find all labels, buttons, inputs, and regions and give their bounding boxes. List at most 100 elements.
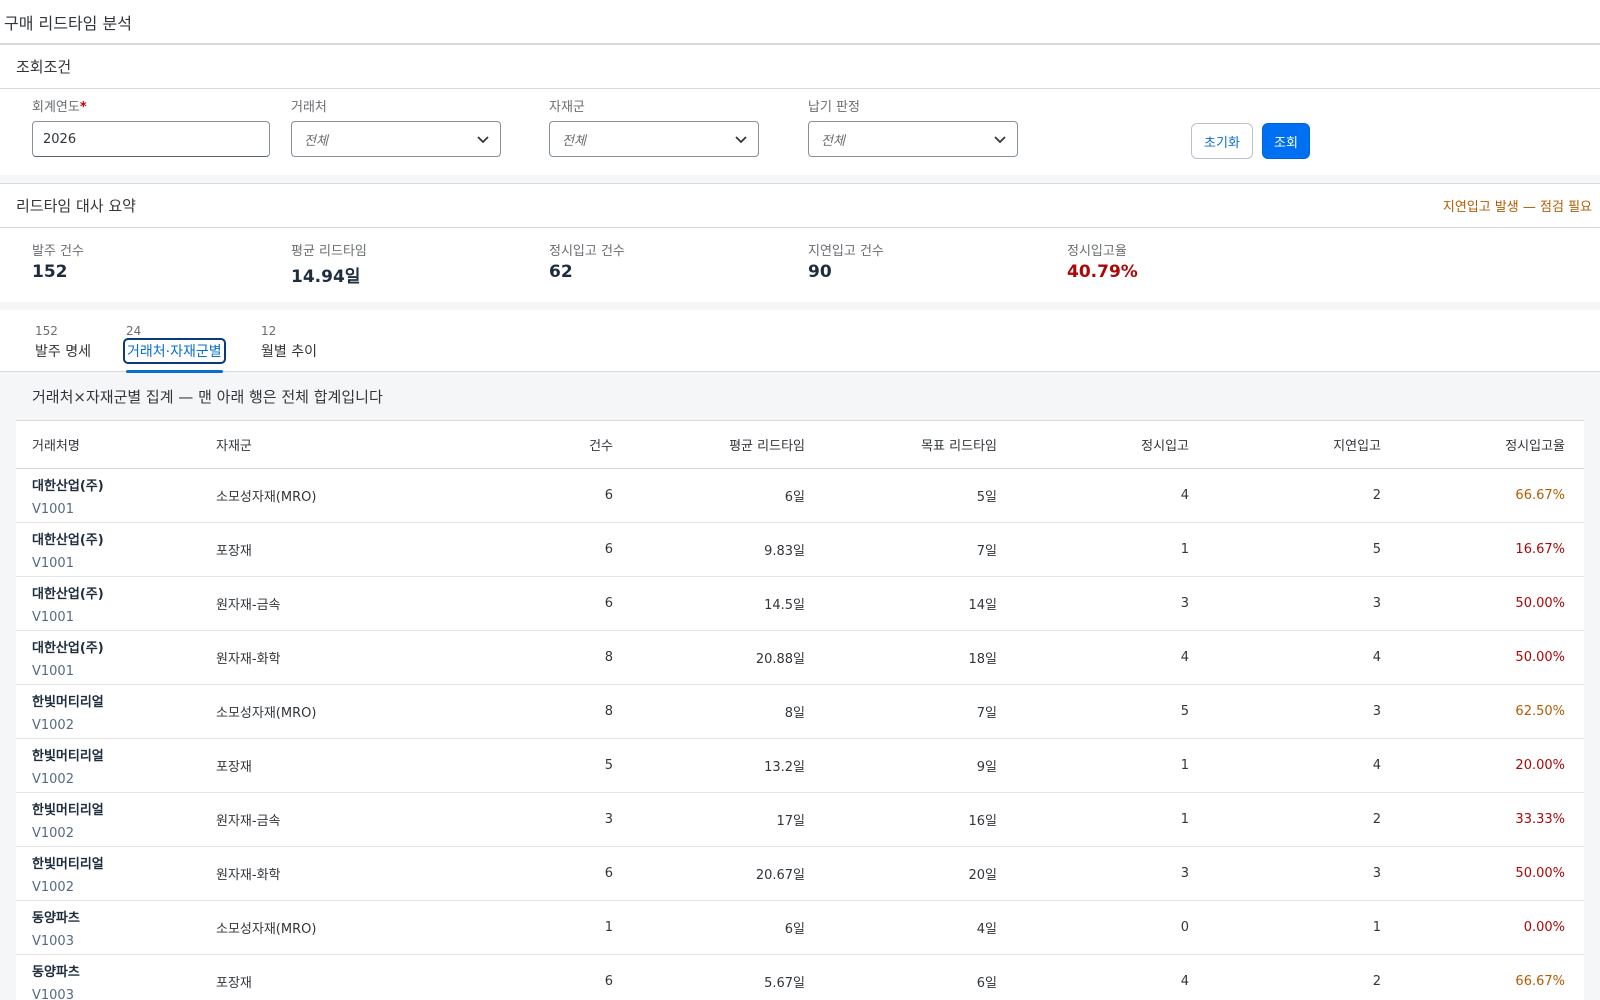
filter-panel-header: 조회조건 xyxy=(0,45,1600,89)
table-row[interactable]: 한빛머티리얼 V1002 포장재 5 13.2일 9일 1 4 20.00% xyxy=(16,739,1584,793)
late-cell: 2 xyxy=(1372,488,1381,503)
count-cell: 6 xyxy=(604,542,613,557)
count-cell: 3 xyxy=(604,812,613,827)
tab-bar: 152 발주 명세 24 거래처·자재군별 12 월별 추이 xyxy=(0,310,1600,373)
vendor-code: V1001 xyxy=(32,555,74,571)
kpi-late-count: 지연입고 건수 90 xyxy=(808,240,884,282)
table-row[interactable]: 대한산업(주) V1001 소모성자재(MRO) 6 6일 5일 4 2 66.67% xyxy=(16,469,1584,523)
late-cell: 1 xyxy=(1372,920,1381,935)
kpi-avg-leadtime: 평균 리드타임 14.94일 xyxy=(291,240,367,287)
vendor-name: 동양파츠 xyxy=(32,964,80,980)
column-header-ontime-rate[interactable]: 정시입고율 xyxy=(1381,435,1573,454)
avg-leadtime-cell: 13.2일 xyxy=(764,760,805,775)
vendor-name: 한빛머티리얼 xyxy=(32,856,104,872)
vendor-select-value: 전체 xyxy=(304,133,328,149)
kpi-row: 발주 건수 152 평균 리드타임 14.94일 정시입고 건수 62 지연입고… xyxy=(0,228,1600,302)
target-leadtime-cell: 4일 xyxy=(976,922,997,937)
vendor-cell: 한빛머티리얼 V1002 xyxy=(16,799,204,841)
table-row[interactable]: 한빛머티리얼 V1002 원자재-화학 6 20.67일 20일 3 3 50.00% xyxy=(16,847,1584,901)
count-cell: 5 xyxy=(604,758,613,773)
filter-bar: 회계연도* 2026 거래처 전체 자재군 전체 납기 판정 전체 초기화 조회 xyxy=(0,89,1600,175)
late-cell: 4 xyxy=(1372,650,1381,665)
ontime-rate-cell: 66.67% xyxy=(1515,488,1565,503)
table-row[interactable]: 한빛머티리얼 V1002 소모성자재(MRO) 8 8일 7일 5 3 62.50% xyxy=(16,685,1584,739)
vendor-code: V1001 xyxy=(32,663,74,679)
count-cell: 6 xyxy=(604,488,613,503)
table-row[interactable]: 한빛머티리얼 V1002 원자재-금속 3 17일 16일 1 2 33.33% xyxy=(16,793,1584,847)
kpi-order-count: 발주 건수 152 xyxy=(32,240,84,282)
column-header-ontime[interactable]: 정시입고 xyxy=(997,435,1189,454)
kpi-label: 지연입고 건수 xyxy=(808,244,884,259)
target-leadtime-cell: 9일 xyxy=(976,760,997,775)
aggregate-table: 거래처명 자재군 건수 평균 리드타임 목표 리드타임 정시입고 지연입고 정시… xyxy=(16,420,1584,1000)
late-cell: 3 xyxy=(1372,704,1381,719)
kpi-label: 발주 건수 xyxy=(32,244,84,259)
ontime-cell: 1 xyxy=(1180,542,1189,557)
table-row[interactable]: 대한산업(주) V1001 원자재-금속 6 14.5일 14일 3 3 50.00% xyxy=(16,577,1584,631)
late-cell: 3 xyxy=(1372,866,1381,881)
ontime-rate-cell: 20.00% xyxy=(1515,758,1565,773)
table-row[interactable]: 동양파츠 V1003 소모성자재(MRO) 1 6일 4일 0 1 0.00% xyxy=(16,901,1584,955)
search-button[interactable]: 조회 xyxy=(1262,123,1310,159)
tab-monthly-trend[interactable]: 12 월별 추이 xyxy=(261,324,317,361)
avg-leadtime-cell: 5.67일 xyxy=(764,976,805,991)
column-header-count[interactable]: 건수 xyxy=(464,435,613,454)
kpi-label: 평균 리드타임 xyxy=(291,244,367,259)
table-row[interactable]: 동양파츠 V1003 포장재 6 5.67일 6일 4 2 66.67% xyxy=(16,955,1584,1000)
avg-leadtime-cell: 9.83일 xyxy=(764,544,805,559)
delivery-judgement-select[interactable]: 전체 xyxy=(808,121,1018,157)
avg-leadtime-cell: 8일 xyxy=(784,706,805,721)
vendor-label: 거래처 xyxy=(291,100,327,115)
material-group-select[interactable]: 전체 xyxy=(549,121,759,157)
column-header-late[interactable]: 지연입고 xyxy=(1189,435,1381,454)
table-header-row: 거래처명 자재군 건수 평균 리드타임 목표 리드타임 정시입고 지연입고 정시… xyxy=(16,421,1584,469)
ontime-rate-cell: 62.50% xyxy=(1515,704,1565,719)
vendor-cell: 대한산업(주) V1001 xyxy=(16,637,204,679)
target-leadtime-cell: 7일 xyxy=(976,544,997,559)
kpi-ontime-count: 정시입고 건수 62 xyxy=(549,240,625,282)
fiscal-year-label: 회계연도* xyxy=(32,100,87,115)
column-header-material-group[interactable]: 자재군 xyxy=(204,435,464,454)
material-group-label: 자재군 xyxy=(549,100,585,115)
tab-label: 거래처·자재군별 xyxy=(123,338,226,364)
vendor-name: 동양파츠 xyxy=(32,910,80,926)
vendor-select[interactable]: 전체 xyxy=(291,121,501,157)
vendor-name: 대한산업(주) xyxy=(32,478,104,494)
table-row[interactable]: 대한산업(주) V1001 원자재-화학 8 20.88일 18일 4 4 50.00% xyxy=(16,631,1584,685)
vendor-code: V1002 xyxy=(32,717,74,733)
fiscal-year-input[interactable]: 2026 xyxy=(32,121,270,157)
count-cell: 1 xyxy=(604,920,613,935)
material-group-cell: 포장재 xyxy=(216,544,252,559)
target-leadtime-cell: 5일 xyxy=(976,490,997,505)
column-header-target-leadtime[interactable]: 목표 리드타임 xyxy=(805,435,997,454)
kpi-value: 62 xyxy=(549,262,573,282)
tab-order-details[interactable]: 152 발주 명세 xyxy=(35,324,91,361)
column-header-avg-leadtime[interactable]: 평균 리드타임 xyxy=(613,435,805,454)
ontime-rate-cell: 50.00% xyxy=(1515,650,1565,665)
reset-button[interactable]: 초기화 xyxy=(1191,123,1253,159)
target-leadtime-cell: 6일 xyxy=(976,976,997,991)
tab-vendor-material-group[interactable]: 24 거래처·자재군별 xyxy=(123,324,226,373)
vendor-code: V1002 xyxy=(32,825,74,841)
aggregate-title: 거래처×자재군별 집계 — 맨 아래 행은 전체 합계입니다 xyxy=(32,387,383,406)
vendor-cell: 동양파츠 V1003 xyxy=(16,961,204,1000)
kpi-ontime-rate: 정시입고율 40.79% xyxy=(1067,240,1138,282)
vendor-name: 한빛머티리얼 xyxy=(32,748,104,764)
avg-leadtime-cell: 17일 xyxy=(776,814,805,829)
tab-label: 발주 명세 xyxy=(35,344,91,360)
table-row[interactable]: 대한산업(주) V1001 포장재 6 9.83일 7일 1 5 16.67% xyxy=(16,523,1584,577)
vendor-name: 대한산업(주) xyxy=(32,532,104,548)
material-group-field: 자재군 전체 xyxy=(549,99,759,157)
material-group-cell: 원자재-화학 xyxy=(216,868,281,883)
count-cell: 6 xyxy=(604,974,613,989)
avg-leadtime-cell: 20.88일 xyxy=(755,652,805,667)
material-group-cell: 소모성자재(MRO) xyxy=(216,706,317,721)
ontime-cell: 1 xyxy=(1180,812,1189,827)
late-warning-text: 지연입고 발생 — 점검 필요 xyxy=(1442,200,1592,215)
material-group-cell: 원자재-화학 xyxy=(216,652,281,667)
column-header-vendor[interactable]: 거래처명 xyxy=(16,435,204,454)
kpi-label: 정시입고 건수 xyxy=(549,244,625,259)
avg-leadtime-cell: 14.5일 xyxy=(764,598,805,613)
ontime-rate-cell: 33.33% xyxy=(1515,812,1565,827)
kpi-value: 90 xyxy=(808,262,832,282)
